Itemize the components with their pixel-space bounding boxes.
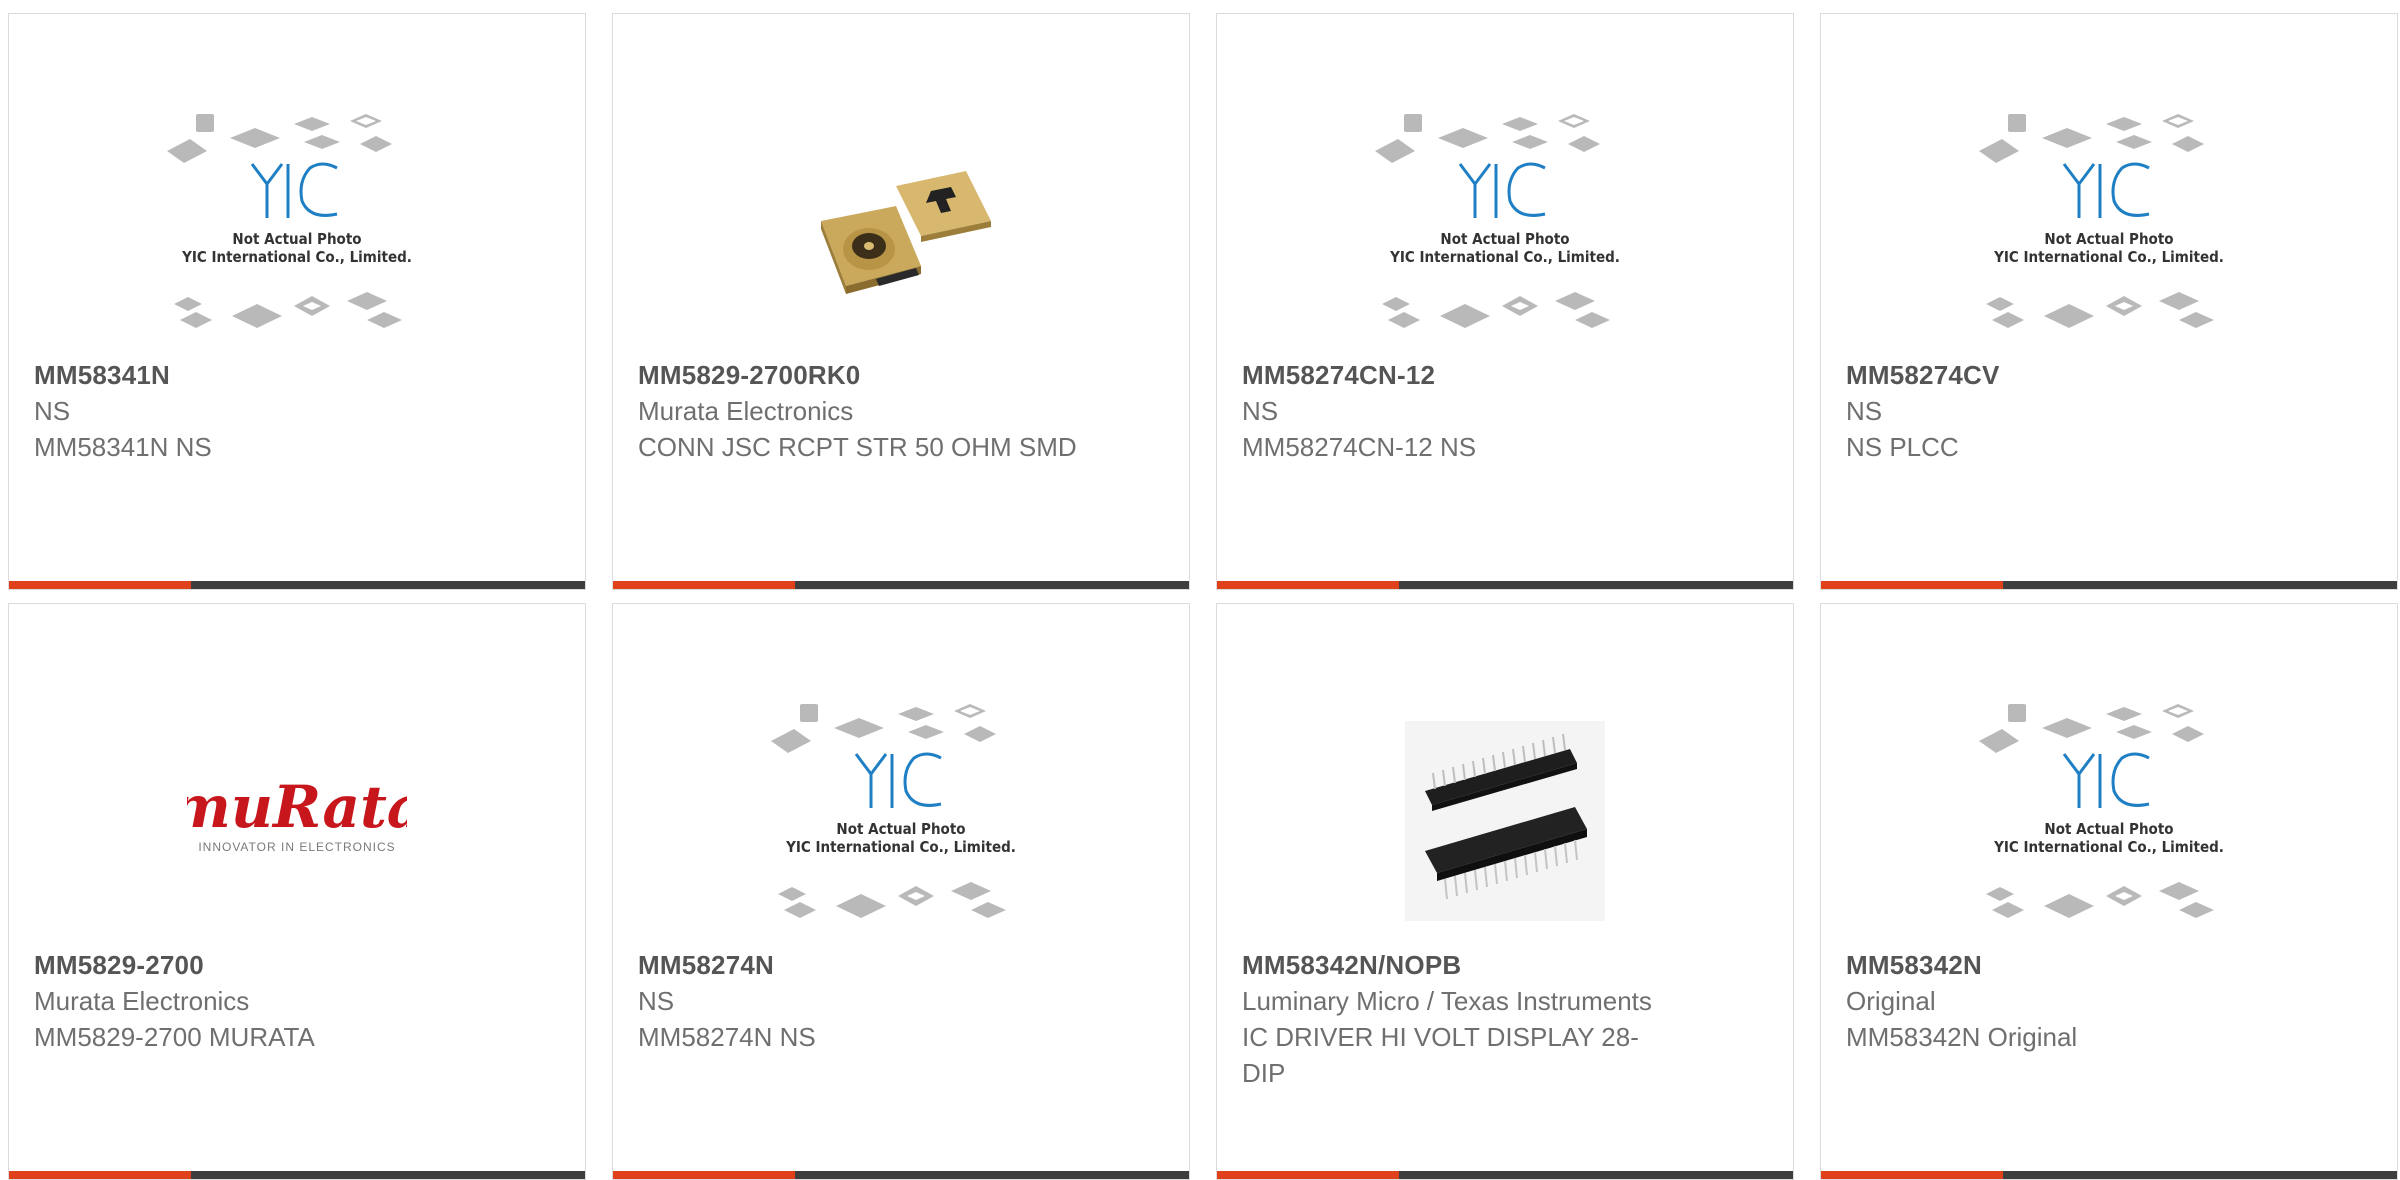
description: MM58274CN-12 NS	[1242, 432, 1477, 462]
yic-image-line-2: YIC International Co., Limited.	[1993, 248, 2224, 266]
product-info: MM58274CV NS NS PLCC	[1846, 357, 2286, 465]
card-accent	[613, 581, 795, 589]
dip-chip-photo	[1405, 721, 1605, 921]
product-image[interactable]: Not Actual Photo YIC International Co., …	[1355, 96, 1655, 366]
description: CONN JSC RCPT STR 50 OHM SMD	[638, 432, 1077, 462]
product-image[interactable]: Not Actual Photo YIC International Co., …	[1959, 96, 2259, 366]
manufacturer: NS	[34, 396, 71, 426]
product-image[interactable]	[751, 96, 1051, 366]
card-bottom-bar	[613, 1171, 1189, 1179]
part-number[interactable]: MM58342N/NOPB	[1242, 947, 1682, 983]
manufacturer: Original	[1846, 986, 1936, 1016]
card-bottom-bar	[1217, 581, 1793, 589]
product-card[interactable]: MM58342N/NOPB Luminary Micro / Texas Ins…	[1216, 603, 1794, 1180]
yic-placeholder-image: Not Actual Photo YIC International Co., …	[1979, 704, 2224, 918]
card-accent	[9, 581, 191, 589]
card-bottom-bar	[1821, 581, 2397, 589]
card-accent	[1821, 1171, 2003, 1179]
manufacturer: Murata Electronics	[34, 986, 250, 1016]
product-info: MM58342N/NOPB Luminary Micro / Texas Ins…	[1242, 947, 1682, 1091]
product-info: MM58341N NS MM58341N NS	[34, 357, 474, 465]
product-image[interactable]: Not Actual Photo YIC International Co., …	[751, 686, 1051, 956]
manufacturer: Luminary Micro / Texas Instruments	[1242, 986, 1652, 1016]
card-bottom-bar	[613, 581, 1189, 589]
yic-image-line-2: YIC International Co., Limited.	[181, 248, 412, 266]
description: MM58341N NS	[34, 432, 212, 462]
description: MM5829-2700 MURATA	[34, 1022, 315, 1052]
manufacturer: Murata Electronics	[638, 396, 854, 426]
description: IC DRIVER HI VOLT DISPLAY 28-DIP	[1242, 1022, 1639, 1088]
card-accent	[1217, 1171, 1399, 1179]
yic-placeholder-image: Not Actual Photo YIC International Co., …	[1979, 114, 2224, 328]
murata-logo: muRata INNOVATOR IN ELECTRONICS	[187, 773, 407, 854]
product-card[interactable]: muRata INNOVATOR IN ELECTRONICS MM5829-2…	[8, 603, 586, 1180]
product-card[interactable]: Not Actual Photo YIC International Co., …	[8, 13, 586, 590]
yic-image-line-1: Not Actual Photo	[836, 820, 965, 838]
yic-image-line-1: Not Actual Photo	[232, 230, 361, 248]
murata-tagline: INNOVATOR IN ELECTRONICS	[198, 840, 395, 854]
card-bottom-bar	[9, 581, 585, 589]
connector-photo	[821, 171, 991, 294]
murata-wordmark: muRata	[187, 773, 407, 841]
product-card[interactable]: Not Actual Photo YIC International Co., …	[1820, 13, 2398, 590]
part-number[interactable]: MM58274N	[638, 947, 1078, 983]
product-image[interactable]: Not Actual Photo YIC International Co., …	[1959, 686, 2259, 956]
product-info: MM5829-2700RK0 Murata Electronics CONN J…	[638, 357, 1078, 465]
product-info: MM58342N Original MM58342N Original	[1846, 947, 2286, 1055]
part-number[interactable]: MM5829-2700	[34, 947, 474, 983]
manufacturer: NS	[1242, 396, 1279, 426]
card-accent	[1217, 581, 1399, 589]
product-info: MM5829-2700 Murata Electronics MM5829-27…	[34, 947, 474, 1055]
part-number[interactable]: MM58274CN-12	[1242, 357, 1682, 393]
part-number[interactable]: MM58342N	[1846, 947, 2286, 983]
part-number[interactable]: MM58274CV	[1846, 357, 2286, 393]
description: NS PLCC	[1846, 432, 1959, 462]
product-info: MM58274N NS MM58274N NS	[638, 947, 1078, 1055]
product-image[interactable]	[1355, 686, 1655, 956]
product-card[interactable]: Not Actual Photo YIC International Co., …	[1820, 603, 2398, 1180]
card-bottom-bar	[9, 1171, 585, 1179]
yic-image-line-1: Not Actual Photo	[1440, 230, 1569, 248]
yic-placeholder-image: Not Actual Photo YIC International Co., …	[771, 704, 1016, 918]
product-grid: Not Actual Photo YIC International Co., …	[8, 13, 2398, 1180]
yic-image-line-2: YIC International Co., Limited.	[785, 838, 1016, 856]
yic-placeholder-image: Not Actual Photo YIC International Co., …	[1375, 114, 1620, 328]
manufacturer: NS	[638, 986, 675, 1016]
card-accent	[1821, 581, 2003, 589]
card-accent	[9, 1171, 191, 1179]
product-card[interactable]: MM5829-2700RK0 Murata Electronics CONN J…	[612, 13, 1190, 590]
card-accent	[613, 1171, 795, 1179]
description: MM58342N Original	[1846, 1022, 2078, 1052]
yic-image-line-1: Not Actual Photo	[2044, 230, 2173, 248]
yic-image-line-1: Not Actual Photo	[2044, 820, 2173, 838]
yic-placeholder-image: Not Actual Photo YIC International Co., …	[167, 114, 412, 328]
yic-image-line-2: YIC International Co., Limited.	[1389, 248, 1620, 266]
product-card[interactable]: Not Actual Photo YIC International Co., …	[1216, 13, 1794, 590]
product-card[interactable]: Not Actual Photo YIC International Co., …	[612, 603, 1190, 1180]
product-image[interactable]: Not Actual Photo YIC International Co., …	[147, 96, 447, 366]
manufacturer: NS	[1846, 396, 1883, 426]
card-bottom-bar	[1821, 1171, 2397, 1179]
product-image[interactable]: muRata INNOVATOR IN ELECTRONICS	[147, 686, 447, 956]
product-info: MM58274CN-12 NS MM58274CN-12 NS	[1242, 357, 1682, 465]
yic-image-line-2: YIC International Co., Limited.	[1993, 838, 2224, 856]
part-number[interactable]: MM58341N	[34, 357, 474, 393]
part-number[interactable]: MM5829-2700RK0	[638, 357, 1078, 393]
description: MM58274N NS	[638, 1022, 816, 1052]
card-bottom-bar	[1217, 1171, 1793, 1179]
